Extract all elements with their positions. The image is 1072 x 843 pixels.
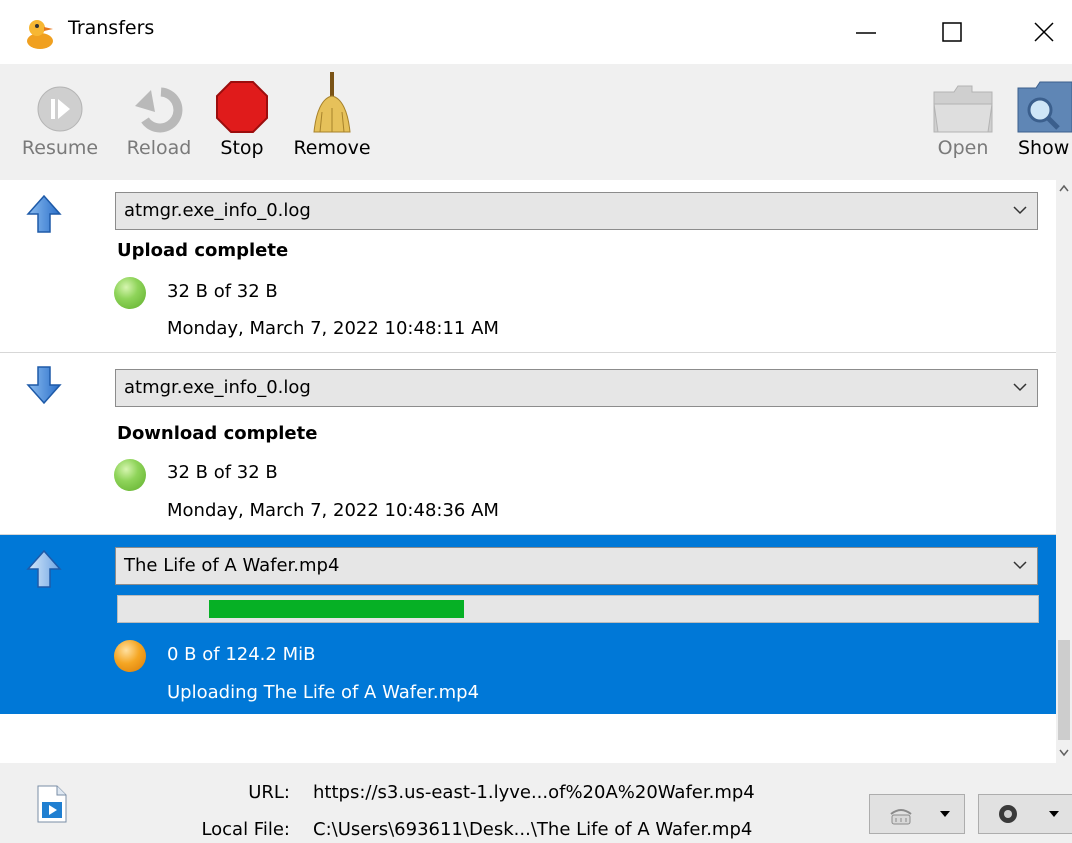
status-dot-icon	[114, 459, 146, 491]
open-button[interactable]: Open	[930, 64, 996, 176]
bandwidth-icon	[890, 809, 912, 825]
reload-icon	[135, 87, 183, 133]
local-file-label: Local File:	[201, 819, 290, 840]
upload-arrow-icon	[26, 549, 62, 588]
minimize-button[interactable]	[838, 8, 894, 56]
open-label: Open	[937, 137, 989, 159]
chevron-down-icon	[1013, 561, 1027, 570]
transfer-status: Upload complete	[117, 240, 289, 261]
progress-marquee	[209, 600, 464, 618]
scrollbar-thumb[interactable]	[1058, 640, 1070, 740]
stop-icon	[216, 81, 268, 133]
chevron-down-icon	[1013, 206, 1027, 215]
minimize-icon	[856, 32, 876, 34]
close-icon	[1034, 22, 1054, 42]
video-file-icon	[37, 785, 67, 823]
file-select[interactable]: atmgr.exe_info_0.log	[115, 369, 1038, 407]
caret-down-icon	[940, 811, 950, 817]
transfer-size: 32 B of 32 B	[167, 462, 278, 483]
vertical-scrollbar[interactable]	[1056, 180, 1072, 763]
progress-bar	[117, 595, 1039, 623]
stop-button[interactable]: Stop	[212, 64, 272, 176]
show-label: Show	[1018, 137, 1070, 159]
transfer-size: 32 B of 32 B	[167, 281, 278, 302]
bandwidth-dropdown[interactable]	[869, 794, 965, 834]
file-select[interactable]: The Life of A Wafer.mp4	[115, 547, 1038, 585]
toolbar: Resume Reload Stop Remove Open Show	[0, 64, 1072, 180]
close-button[interactable]	[1016, 8, 1072, 56]
maximize-icon	[942, 22, 962, 42]
local-file-value[interactable]: C:\Users\693611\Desk...\The Life of A Wa…	[313, 819, 752, 840]
remove-button[interactable]: Remove	[286, 64, 378, 176]
connections-dropdown[interactable]	[978, 794, 1072, 834]
folder-search-icon	[1017, 81, 1072, 133]
resume-icon	[37, 86, 83, 132]
cyberduck-app-icon	[27, 20, 53, 49]
info-bar: URL: https://s3.us-east-1.lyve...of%20A%…	[0, 763, 1072, 843]
transfer-list[interactable]: atmgr.exe_info_0.log Upload complete 32 …	[0, 180, 1056, 763]
remove-label: Remove	[293, 137, 371, 159]
broom-icon	[313, 72, 351, 133]
reload-button[interactable]: Reload	[120, 64, 198, 176]
chevron-down-icon	[1013, 383, 1027, 392]
transfer-item[interactable]: atmgr.exe_info_0.log Upload complete 32 …	[0, 180, 1056, 353]
reload-label: Reload	[126, 137, 192, 159]
transfer-time: Monday, March 7, 2022 10:48:11 AM	[167, 318, 499, 339]
resume-label: Resume	[21, 137, 99, 159]
show-button[interactable]: Show	[1012, 64, 1072, 176]
url-label: URL:	[248, 782, 290, 803]
transfer-detail: Uploading The Life of A Wafer.mp4	[167, 682, 480, 703]
folder-open-icon	[933, 85, 993, 133]
caret-down-icon	[1049, 811, 1059, 817]
transfer-time: Monday, March 7, 2022 10:48:36 AM	[167, 500, 499, 521]
file-name: The Life of A Wafer.mp4	[124, 555, 340, 576]
download-arrow-icon	[26, 366, 62, 405]
window-title: Transfers	[68, 17, 155, 39]
transfer-size: 0 B of 124.2 MiB	[167, 644, 316, 665]
transfer-status: Download complete	[117, 423, 318, 444]
transfer-item[interactable]: atmgr.exe_info_0.log Download complete 3…	[0, 353, 1056, 535]
transfer-item-selected[interactable]: The Life of A Wafer.mp4 0 B of 124.2 MiB…	[0, 535, 1056, 714]
url-value[interactable]: https://s3.us-east-1.lyve...of%20A%20Waf…	[313, 782, 755, 803]
status-dot-icon	[114, 277, 146, 309]
resume-button[interactable]: Resume	[14, 64, 106, 176]
title-bar: Transfers	[0, 0, 1072, 64]
connections-icon	[999, 805, 1017, 823]
upload-arrow-icon	[26, 194, 62, 233]
file-name: atmgr.exe_info_0.log	[124, 377, 311, 398]
stop-label: Stop	[220, 137, 264, 159]
scroll-up-icon[interactable]	[1059, 184, 1069, 192]
scroll-down-icon[interactable]	[1059, 749, 1069, 757]
file-name: atmgr.exe_info_0.log	[124, 200, 311, 221]
status-dot-icon	[114, 640, 146, 672]
maximize-button[interactable]	[924, 8, 980, 56]
file-select[interactable]: atmgr.exe_info_0.log	[115, 192, 1038, 230]
